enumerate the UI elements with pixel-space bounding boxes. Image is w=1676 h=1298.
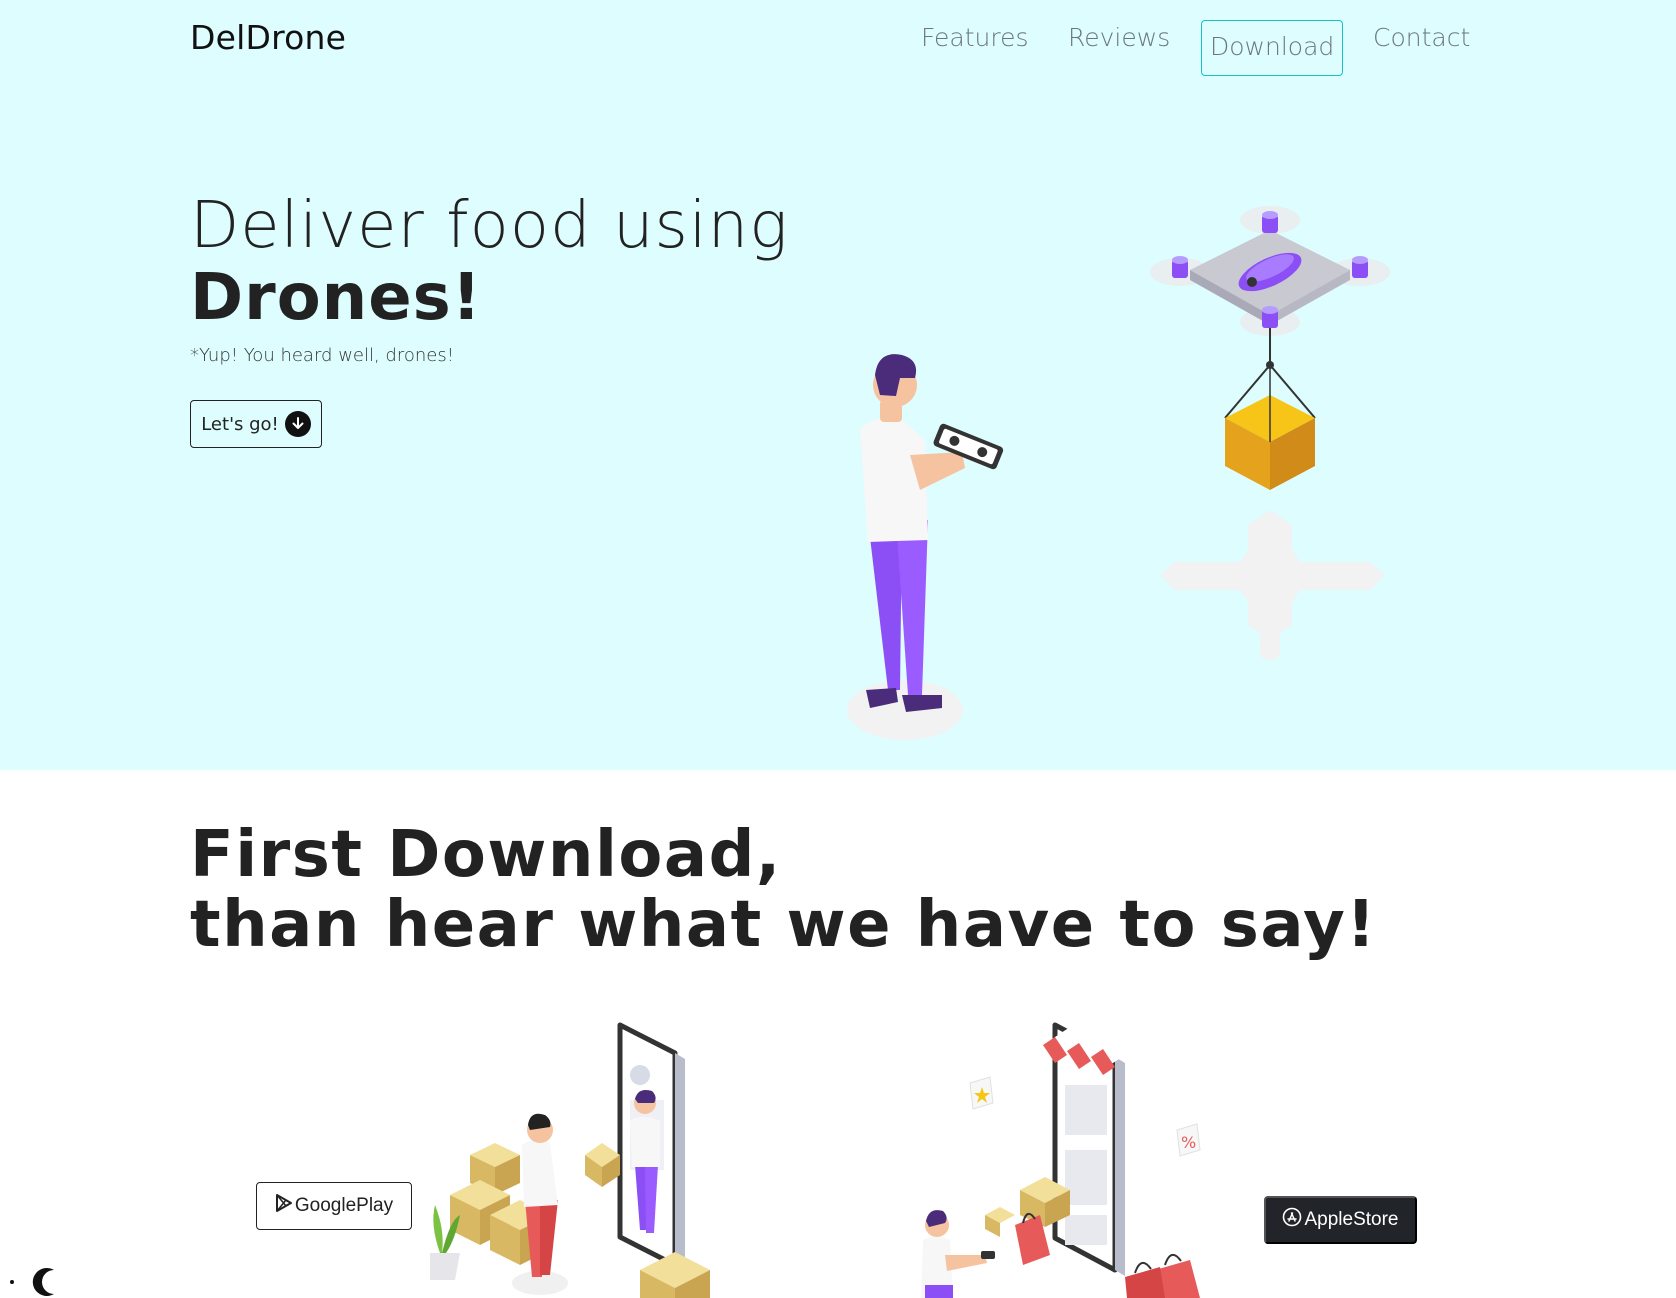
hero-title-line2: Drones!: [190, 261, 482, 335]
lets-go-button[interactable]: Let's go!: [190, 400, 322, 448]
moon-icon[interactable]: [2, 1262, 62, 1298]
nav-link-features[interactable]: Features: [921, 10, 1029, 66]
delivery-phone-illustration: [430, 1022, 710, 1298]
google-play-button[interactable]: GooglePlay: [256, 1182, 412, 1230]
hero-title: Deliver food using Drones!: [190, 190, 789, 334]
nav-link-reviews[interactable]: Reviews: [1068, 10, 1170, 66]
hero-title-line1: Deliver food using: [190, 189, 789, 263]
hero-section: DelDrone Features Reviews Download Conta…: [0, 0, 1676, 770]
apple-store-label: AppleStore: [1304, 1209, 1399, 1230]
download-title-line2: than hear what we have to say!: [190, 888, 1377, 962]
star-badge: [969, 1076, 994, 1110]
person-with-controller: [847, 354, 1004, 740]
shopping-phone-illustration: %: [921, 1022, 1201, 1298]
hero-subtitle: *Yup! You heard well, drones!: [190, 345, 454, 366]
person-shopper: [921, 1210, 995, 1298]
lets-go-label: Let's go!: [201, 413, 279, 435]
google-play-icon: [275, 1193, 293, 1219]
person-delivery: [512, 1113, 620, 1295]
nav-link-download[interactable]: Download: [1201, 20, 1344, 76]
google-play-label: GooglePlay: [294, 1195, 394, 1216]
apple-store-button[interactable]: AppleStore: [1264, 1196, 1417, 1244]
svg-text:%: %: [1181, 1133, 1196, 1152]
hero-drone-illustration: [847, 206, 1390, 740]
navbar: Features Reviews Download Contact: [0, 10, 1676, 76]
package-box: [1225, 365, 1315, 490]
download-title-line1: First Download,: [190, 818, 782, 892]
arrow-down-circle-icon: [284, 411, 311, 437]
download-section-title: First Download, than hear what we have t…: [190, 820, 1377, 960]
drone-shadow: [1160, 510, 1385, 660]
percent-badge: %: [1176, 1123, 1201, 1157]
nav-link-contact[interactable]: Contact: [1373, 10, 1470, 66]
app-store-icon: [1282, 1207, 1302, 1233]
